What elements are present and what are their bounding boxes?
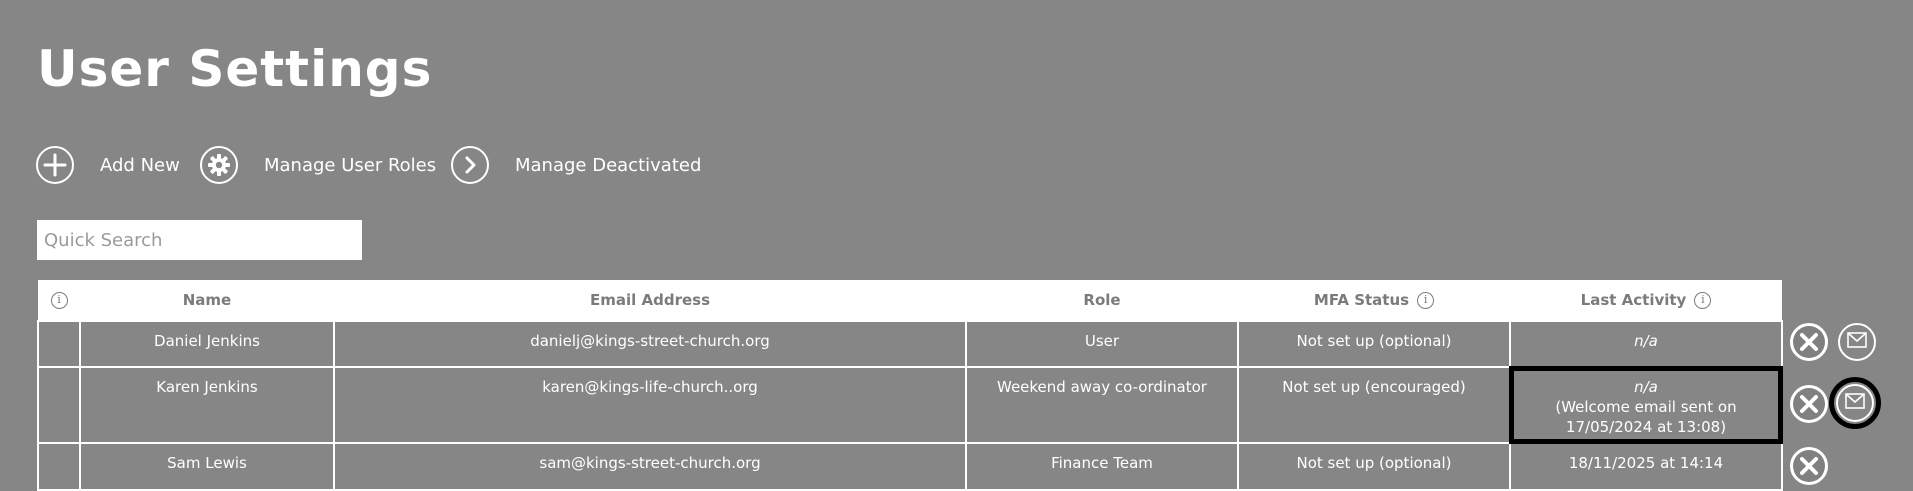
user-name-cell: Karen Jenkins [79,366,335,444]
envelope-icon [1847,332,1867,352]
info-icon[interactable]: i [1694,292,1712,309]
table-header-row: i Name Email Address Role MFA Status i La… [38,280,1782,321]
gear-icon [200,146,238,184]
mfa-status-cell: Not set up (optional) [1237,320,1511,368]
user-role-cell: User [965,320,1239,368]
add-new-label: Add New [100,154,180,176]
user-email-cell: sam@kings-street-church.org [333,442,967,491]
role-column-header[interactable]: Role [966,280,1238,321]
user-email-cell: karen@kings-life-church..org [333,366,967,444]
deactivate-user-button[interactable] [1790,385,1828,423]
mfa-status-cell: Not set up (optional) [1237,442,1511,491]
mfa-header-label: MFA Status [1313,291,1410,309]
add-new-button[interactable]: Add New [36,143,180,187]
deactivate-user-button[interactable] [1790,323,1828,361]
email-column-header[interactable]: Email Address [334,280,966,321]
users-table: i Name Email Address Role MFA Status i La… [37,280,1783,491]
last-activity-cell: 18/11/2025 at 14:14 [1509,442,1783,491]
row-select-cell[interactable] [37,442,81,491]
user-role-cell: Finance Team [965,442,1239,491]
last-activity-cell: n/a [1509,320,1783,368]
user-role-cell: Weekend away co-ordinator [965,366,1239,444]
close-circle-icon [1793,388,1825,420]
mfa-status-cell: Not set up (encouraged) [1237,366,1511,444]
table-row[interactable]: Sam Lewis sam@kings-street-church.org Fi… [37,442,1783,491]
last-activity-value: n/a [1634,332,1658,350]
envelope-icon [1845,393,1865,413]
info-icon[interactable]: i [50,292,68,309]
info-column-header[interactable]: i [38,280,80,321]
plus-circle-icon [36,146,74,184]
name-column-header[interactable]: Name [80,280,334,321]
chevron-right-icon [451,146,489,184]
row-select-cell[interactable] [37,320,81,368]
welcome-email-note: (Welcome email sent on 17/05/2024 at 13:… [1555,398,1737,436]
send-email-button[interactable] [1838,323,1876,361]
manage-deactivated-label: Manage Deactivated [515,154,702,176]
last-activity-column-header[interactable]: Last Activity i [1510,280,1782,321]
row-select-cell[interactable] [37,366,81,444]
last-activity-cell: n/a (Welcome email sent on 17/05/2024 at… [1509,366,1783,444]
close-circle-icon [1793,450,1825,482]
last-activity-value: n/a [1634,378,1658,396]
table-row[interactable]: Karen Jenkins karen@kings-life-church..o… [37,366,1783,444]
user-name-cell: Sam Lewis [79,442,335,491]
user-email-cell: danielj@kings-street-church.org [333,320,967,368]
mfa-column-header[interactable]: MFA Status i [1238,280,1510,321]
table-row[interactable]: Daniel Jenkins danielj@kings-street-chur… [37,320,1783,368]
page-title: User Settings [37,40,433,98]
info-icon[interactable]: i [1417,292,1435,309]
close-circle-icon [1793,326,1825,358]
quick-search-input[interactable] [37,220,362,260]
manage-user-roles-button[interactable]: Manage User Roles [200,143,436,187]
user-name-cell: Daniel Jenkins [79,320,335,368]
last-activity-header-label: Last Activity [1580,291,1687,309]
manage-deactivated-button[interactable]: Manage Deactivated [451,143,701,187]
send-email-button[interactable] [1829,377,1881,429]
manage-user-roles-label: Manage User Roles [264,154,437,176]
deactivate-user-button[interactable] [1790,447,1828,485]
